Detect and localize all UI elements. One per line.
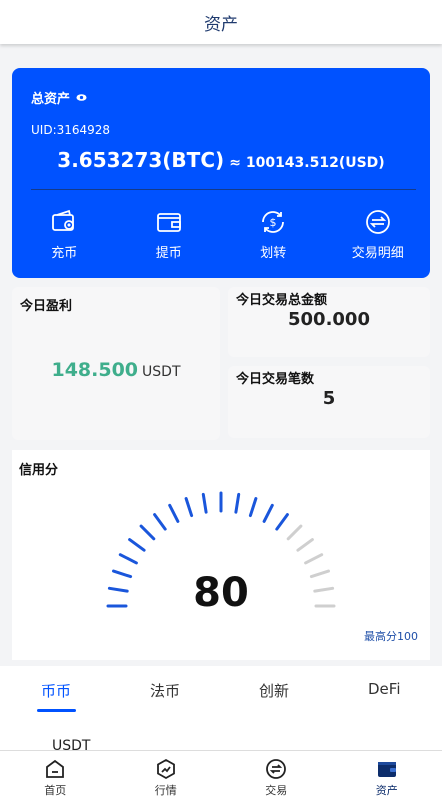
wallet-icon [377,762,396,777]
card-divider [31,189,416,190]
nav-trade[interactable]: 交易 [221,751,332,799]
total-assets-heading: 总资产 [31,88,87,107]
gauge-tick [275,513,289,531]
withdraw-label: 提币 [155,246,182,261]
gauge-tick [139,524,156,541]
tab-innovation[interactable]: 创新 [259,680,289,701]
nav-assets[interactable]: 资产 [332,751,442,799]
usd-balance: ≈ 100143.512(USD) [229,155,385,171]
gauge-tick [118,553,138,565]
gauge-tick [184,497,194,518]
profit-unit: USDT [142,364,181,380]
gauge-tick [153,513,167,531]
asset-actions: 充币 提币 $ 划转 交易明细 [12,208,430,261]
assets-page: 资产 总资产 UID:3164928 3.653273(BTC) ≈ 10014… [0,0,442,799]
withdraw-button[interactable]: 提币 [117,208,222,261]
gauge-tick [296,538,314,552]
gauge-tick [248,497,258,518]
gauge-tick [262,503,274,523]
page-title: 资产 [204,14,238,35]
transaction-details-button[interactable]: 交易明细 [326,208,431,261]
bottom-navigation: 首页 行情 交易 资产 [0,750,442,799]
total-amount-label: 今日交易总金额 [236,293,328,308]
withdraw-icon [156,213,181,232]
nav-trade-label: 交易 [265,784,288,797]
deposit-label: 充币 [51,246,78,261]
active-tab-indicator [37,709,76,712]
credit-score-value: 80 [193,570,249,616]
gauge-tick [128,538,146,552]
total-assets-label: 总资产 [31,92,71,107]
trade-count-value: 5 [322,388,336,409]
credit-score-section: 信用分 80 最高分100 [12,450,430,660]
balance-display: 3.653273(BTC) ≈ 100143.512(USD) [12,148,430,172]
today-profit-card: 今日盈利 148.500 USDT [12,287,220,440]
tab-defi[interactable]: DeFi [368,680,400,698]
today-profit-value: 148.500 USDT [12,359,220,381]
transfer-label: 划转 [260,246,287,261]
btc-balance: 3.653273(BTC) [57,148,225,172]
transfer-icon: $ [262,211,285,233]
nav-home-label: 首页 [44,784,67,797]
transaction-details-icon [365,210,390,234]
today-profit-label: 今日盈利 [20,299,73,314]
market-icon [156,758,175,780]
today-total-amount-card: 今日交易总金额 500.000 [228,287,430,357]
profit-amount: 148.500 [51,359,139,381]
nav-assets-label: 资产 [375,784,398,797]
transaction-details-label: 交易明细 [351,246,404,261]
total-amount-value: 500.000 [288,309,370,330]
gauge-tick [286,524,303,541]
asset-tabs: 币币 法币 创新 DeFi USDT [0,666,442,754]
nav-market[interactable]: 行情 [111,751,222,799]
trade-count-label: 今日交易笔数 [236,372,315,387]
nav-home[interactable]: 首页 [0,751,111,799]
top-bar: 资产 [0,0,442,44]
transfer-button[interactable]: $ 划转 [221,208,326,261]
trade-icon [266,759,287,779]
gauge-tick [304,553,324,565]
deposit-button[interactable]: 充币 [12,208,117,261]
nav-market-label: 行情 [154,784,177,797]
tab-fiat[interactable]: 法币 [150,680,180,701]
svg-text:$: $ [270,216,277,229]
total-assets-card: 总资产 UID:3164928 3.653273(BTC) ≈ 100143.5… [12,68,430,278]
deposit-icon [52,209,75,231]
gauge-tick [168,503,180,523]
tab-coin[interactable]: 币币 [41,680,71,701]
today-trade-count-card: 今日交易笔数 5 [228,366,430,438]
home-icon [46,759,65,778]
gauge-tick [201,492,208,514]
uid-text: UID:3164928 [31,123,111,137]
max-score-label: 最高分100 [364,630,418,643]
gauge-tick [234,492,241,514]
eye-icon[interactable] [76,92,87,103]
